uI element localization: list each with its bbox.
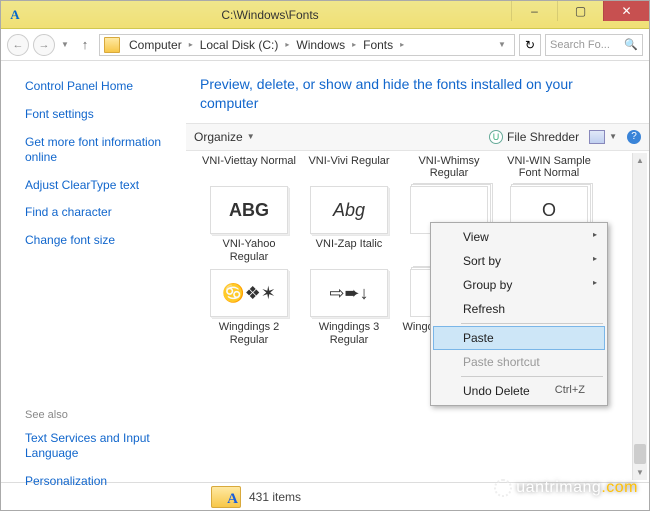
ctx-paste[interactable]: Paste [433, 326, 605, 350]
font-item[interactable]: ⇨➨↓ Wingdings 3 Regular [302, 269, 396, 346]
ctx-undo[interactable]: Undo DeleteCtrl+Z [433, 379, 605, 403]
font-preview-tile: Abg [310, 186, 388, 234]
crumb-windows[interactable]: Windows [293, 38, 348, 52]
crumb-sep-icon[interactable]: ▸ [187, 40, 195, 49]
font-item[interactable]: ♋❖✶ Wingdings 2 Regular [202, 269, 296, 346]
folder-icon [104, 37, 120, 53]
organize-button[interactable]: Organize ▼ [194, 130, 255, 144]
view-icon [589, 130, 605, 144]
sidebar-link-font-size[interactable]: Change font size [25, 233, 178, 249]
submenu-arrow-icon: ▸ [593, 278, 597, 287]
sidebar-link-font-settings[interactable]: Font settings [25, 107, 178, 123]
ctx-group[interactable]: Group by▸ [433, 273, 605, 297]
font-label: VNI-Whimsy Regular [402, 155, 496, 180]
font-preview-tile: ABG [210, 186, 288, 234]
font-item[interactable]: VNI-Whimsy Regular [402, 155, 496, 180]
file-shredder-button[interactable]: U File Shredder [489, 130, 579, 144]
font-preview-tile: ♋❖✶ [210, 269, 288, 317]
crumb-sep-icon[interactable]: ▸ [283, 40, 291, 49]
sidebar-link-personalization[interactable]: Personalization [25, 474, 178, 490]
font-label: Wingdings 3 Regular [302, 321, 396, 346]
ctx-refresh[interactable]: Refresh [433, 297, 605, 321]
refresh-button[interactable]: ↻ [519, 34, 541, 56]
view-options-button[interactable]: ▼ [589, 130, 617, 144]
font-label: VNI-Viettay Normal [202, 155, 296, 168]
scroll-thumb[interactable] [634, 444, 646, 464]
history-dropdown[interactable]: ▼ [59, 40, 71, 49]
vertical-scrollbar[interactable]: ▲ ▼ [632, 153, 647, 480]
toolbar: Organize ▼ U File Shredder ▼ ? [186, 123, 649, 151]
crumb-localdisk[interactable]: Local Disk (C:) [197, 38, 282, 52]
window-title: C:\Windows\Fonts [29, 8, 511, 22]
organize-label: Organize [194, 130, 243, 144]
scroll-down-button[interactable]: ▼ [633, 465, 647, 480]
crumb-sep-icon[interactable]: ▸ [398, 40, 406, 49]
font-label: Wingdings 2 Regular [202, 321, 296, 346]
navigation-bar: ← → ▼ ↑ Computer ▸ Local Disk (C:) ▸ Win… [1, 29, 649, 61]
shredder-icon: U [489, 130, 503, 144]
minimize-button[interactable]: – [511, 1, 557, 21]
title-bar: A C:\Windows\Fonts – ▢ ✕ [1, 1, 649, 29]
ctx-sort[interactable]: Sort by▸ [433, 249, 605, 273]
sidebar-link-text-services[interactable]: Text Services and Input Language [25, 431, 178, 462]
up-button[interactable]: ↑ [75, 35, 95, 55]
scroll-up-button[interactable]: ▲ [633, 153, 647, 168]
font-item[interactable]: Abg VNI-Zap Italic [302, 186, 396, 263]
search-icon: 🔍 [624, 38, 638, 51]
forward-button[interactable]: → [33, 34, 55, 56]
sidebar-link-more-info[interactable]: Get more font information online [25, 135, 178, 166]
maximize-button[interactable]: ▢ [557, 1, 603, 21]
menu-separator [461, 323, 603, 324]
address-dropdown-icon[interactable]: ▼ [494, 40, 510, 49]
chevron-down-icon: ▼ [247, 132, 255, 141]
context-menu: View▸ Sort by▸ Group by▸ Refresh Paste P… [430, 222, 608, 406]
sidebar-link-find-char[interactable]: Find a character [25, 205, 178, 221]
ctx-view[interactable]: View▸ [433, 225, 605, 249]
close-button[interactable]: ✕ [603, 1, 649, 21]
sidebar: Control Panel Home Font settings Get mor… [1, 61, 186, 482]
page-heading: Preview, delete, or show and hide the fo… [186, 61, 649, 123]
chevron-down-icon: ▼ [609, 132, 617, 141]
search-placeholder: Search Fo... [550, 39, 610, 51]
shortcut-label: Ctrl+Z [555, 384, 585, 396]
font-label: VNI-Yahoo Regular [202, 238, 296, 263]
sidebar-link-cleartype[interactable]: Adjust ClearType text [25, 178, 178, 194]
shredder-label: File Shredder [507, 130, 579, 144]
crumb-computer[interactable]: Computer [126, 38, 185, 52]
font-item[interactable]: ABG VNI-Yahoo Regular [202, 186, 296, 263]
menu-separator [461, 376, 603, 377]
address-bar[interactable]: Computer ▸ Local Disk (C:) ▸ Windows ▸ F… [99, 34, 515, 56]
font-label: VNI-Vivi Regular [302, 155, 396, 168]
submenu-arrow-icon: ▸ [593, 230, 597, 239]
font-item[interactable]: VNI-Viettay Normal [202, 155, 296, 180]
font-label: VNI-WIN Sample Font Normal [502, 155, 596, 180]
search-input[interactable]: Search Fo... 🔍 [545, 34, 643, 56]
font-item[interactable]: VNI-Vivi Regular [302, 155, 396, 180]
submenu-arrow-icon: ▸ [593, 254, 597, 263]
item-count: 431 items [249, 490, 301, 504]
help-button[interactable]: ? [627, 130, 641, 144]
sidebar-heading[interactable]: Control Panel Home [25, 79, 178, 93]
font-item[interactable]: VNI-WIN Sample Font Normal [502, 155, 596, 180]
ctx-paste-shortcut: Paste shortcut [433, 350, 605, 374]
app-icon: A [7, 7, 23, 23]
back-button[interactable]: ← [7, 34, 29, 56]
font-preview-tile: ⇨➨↓ [310, 269, 388, 317]
crumb-sep-icon[interactable]: ▸ [350, 40, 358, 49]
font-label: VNI-Zap Italic [302, 238, 396, 251]
see-also-label: See also [25, 409, 178, 421]
crumb-fonts[interactable]: Fonts [360, 38, 396, 52]
fonts-folder-icon [211, 486, 241, 508]
